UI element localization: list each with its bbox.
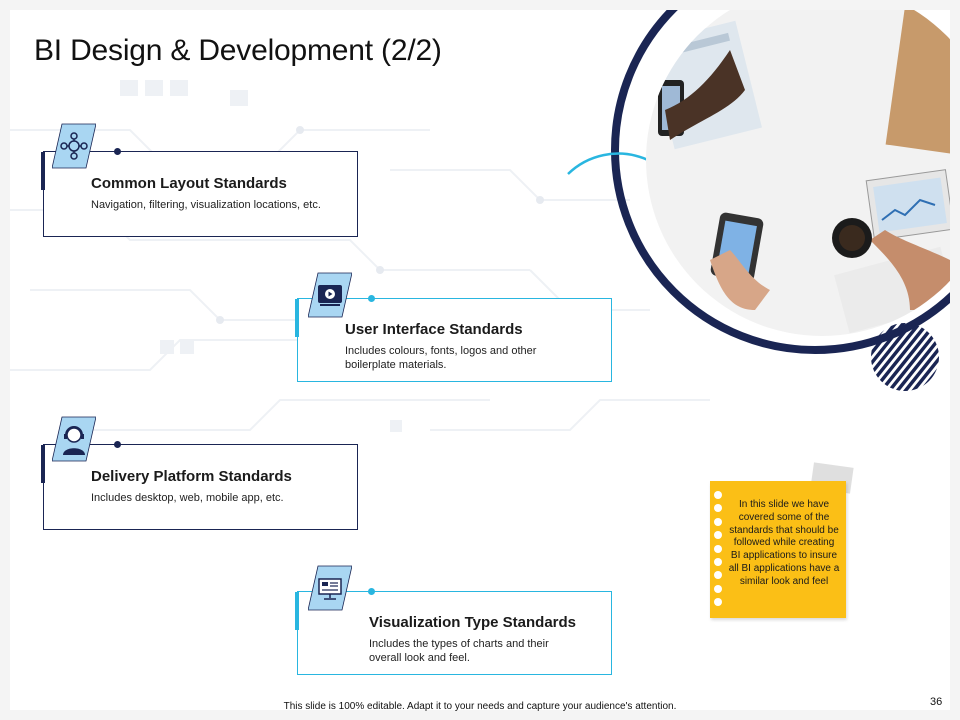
card-description: Includes colours, fonts, logos and other… [345,345,537,371]
network-gears-icon [52,123,96,169]
support-agent-icon [52,416,96,462]
card-description: Includes desktop, web, mobile app, etc. [91,492,284,504]
page-number: 36 [930,696,943,708]
card-accent-bar [295,592,299,630]
card-accent-bar [41,152,45,190]
card-connector [120,151,200,152]
page-title: BI Design & Development (2/2) [34,34,442,67]
card-connector [373,591,453,592]
connector-dot [114,441,121,448]
card-connector [373,298,453,299]
business-photo [646,10,950,336]
connector-dot [368,588,375,595]
monitor-play-icon [308,272,352,318]
sticky-note: In this slide we have covered some of th… [710,481,846,618]
card-connector [120,444,200,445]
card-title: Visualization Type Standards [369,614,576,631]
connector-dot [114,148,121,155]
card-title: User Interface Standards [345,321,523,338]
slide-canvas: BI Design & Development (2/2) Common Lay… [10,10,950,710]
card-title: Delivery Platform Standards [91,468,292,485]
card-accent-bar [41,445,45,483]
chart-display-icon [308,565,352,611]
footer-text: This slide is 100% editable. Adapt it to… [283,701,677,712]
card-description: Includes the types of charts and their o… [369,638,549,664]
connector-dot [368,295,375,302]
note-text: In this slide we have covered some of th… [728,499,840,587]
card-accent-bar [295,299,299,337]
card-title: Common Layout Standards [91,175,287,192]
card-description: Navigation, filtering, visualization loc… [91,199,321,211]
note-binding-holes [714,491,722,612]
slide-frame: BI Design & Development (2/2) Common Lay… [0,0,960,720]
